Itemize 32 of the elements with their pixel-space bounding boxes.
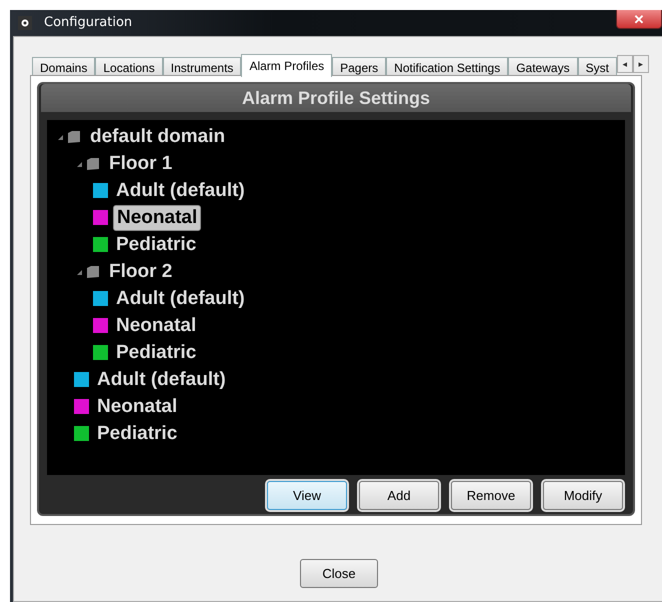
- tab[interactable]: Locations: [95, 57, 163, 77]
- action-button[interactable]: View: [267, 481, 347, 510]
- tab-scroll-button[interactable]: ▸: [632, 55, 649, 73]
- tree-item[interactable]: Neonatal: [113, 314, 200, 338]
- window-title: Configuration: [44, 15, 132, 30]
- tree-item[interactable]: Adult (default): [113, 286, 248, 310]
- tab[interactable]: Notification Settings: [386, 57, 508, 77]
- tab[interactable]: Alarm Profiles: [241, 54, 332, 77]
- tree-item[interactable]: Adult (default): [94, 368, 229, 392]
- tree-item[interactable]: Neonatal: [113, 204, 202, 230]
- tree-item[interactable]: default domain: [87, 124, 228, 148]
- tree-item[interactable]: Pediatric: [113, 232, 200, 256]
- gear-icon: [18, 16, 32, 30]
- tree-item[interactable]: Neonatal: [94, 394, 180, 418]
- tree-item[interactable]: Floor 1: [106, 152, 176, 176]
- action-button[interactable]: Add: [359, 481, 439, 510]
- action-button[interactable]: Modify: [543, 481, 623, 510]
- tree-item[interactable]: Adult (default): [113, 178, 248, 202]
- folder-icon: [86, 264, 100, 278]
- close-button[interactable]: Close: [300, 559, 378, 588]
- tab[interactable]: Pagers: [332, 57, 386, 77]
- tree-item[interactable]: Pediatric: [94, 422, 180, 446]
- tree-item[interactable]: Pediatric: [113, 340, 200, 364]
- tree-item[interactable]: Floor 2: [106, 260, 176, 284]
- close-button[interactable]: ✕: [616, 10, 662, 29]
- folder-icon: [86, 156, 100, 170]
- panel-title: Alarm Profile Settings: [41, 84, 631, 112]
- action-button[interactable]: Remove: [451, 481, 531, 510]
- folder-icon: [67, 130, 81, 144]
- tab-scroll-button[interactable]: ◂: [616, 55, 633, 73]
- tab[interactable]: Gateways: [508, 57, 578, 77]
- tab[interactable]: Domains: [32, 57, 96, 77]
